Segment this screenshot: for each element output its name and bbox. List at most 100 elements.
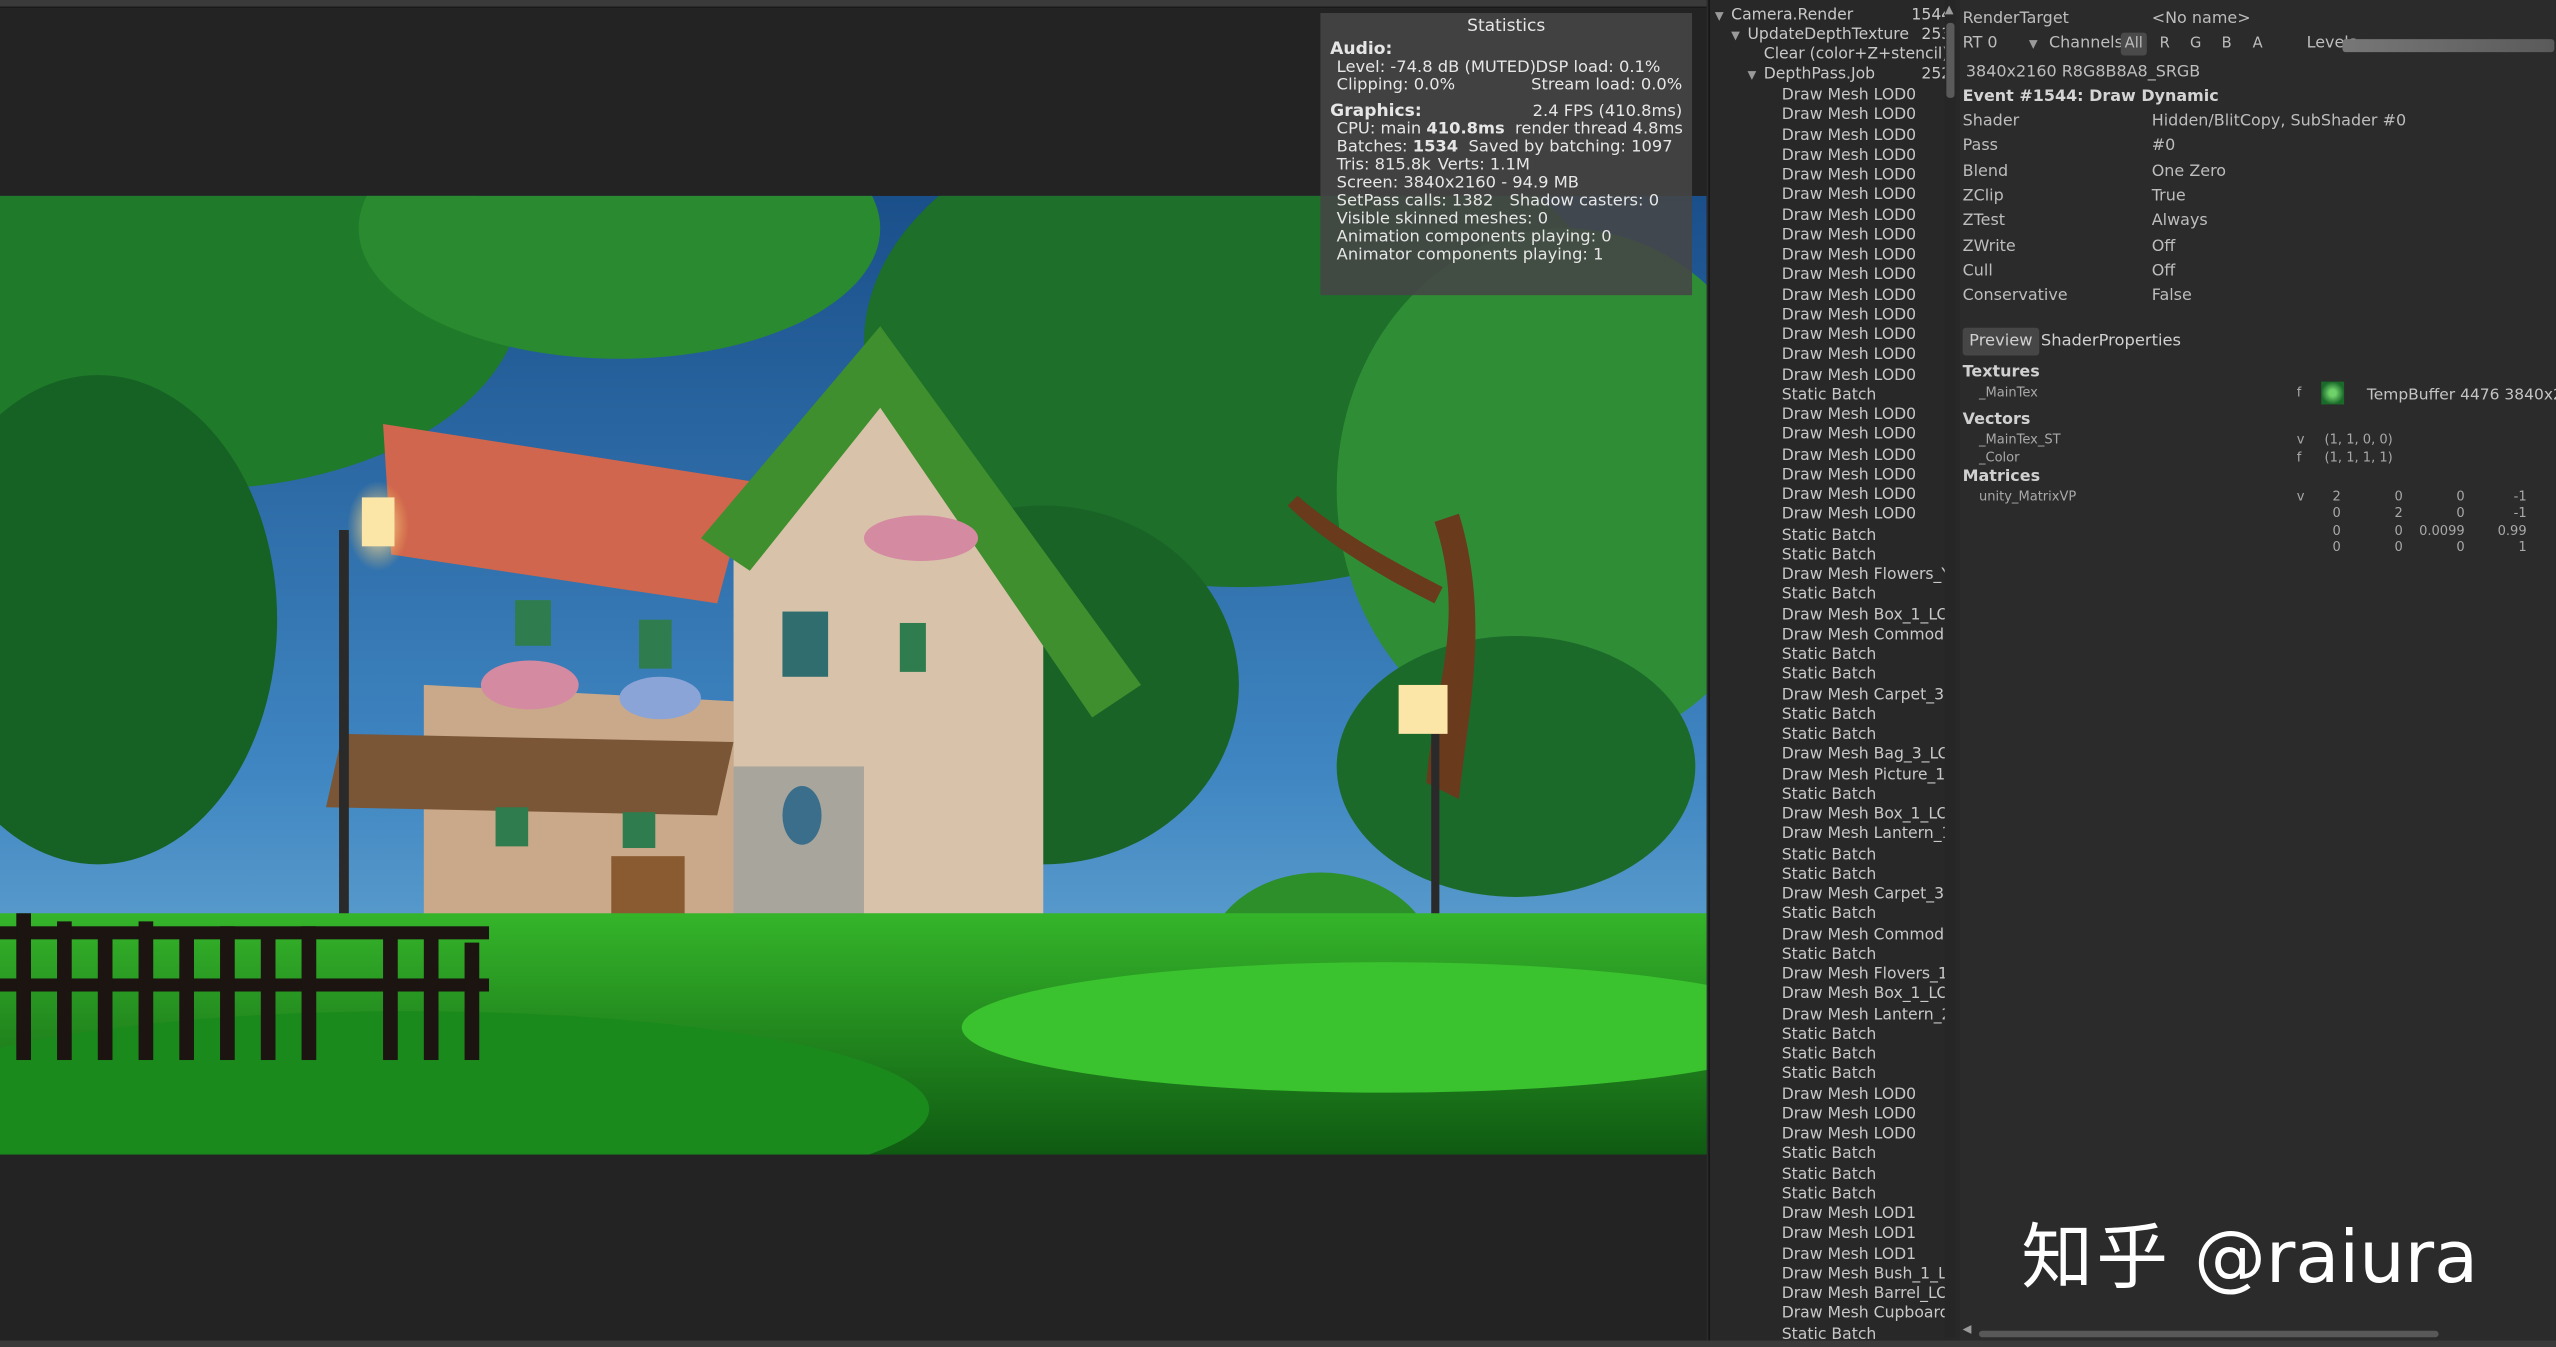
event-list-item[interactable]: Draw Mesh Cupboard_	[1782, 1305, 1950, 1325]
channel-r-button[interactable]: R	[2153, 33, 2176, 56]
event-list-item[interactable]: Static Batch	[1782, 586, 1950, 606]
channel-b-button[interactable]: B	[2215, 33, 2238, 56]
property-value: False	[2151, 287, 2192, 306]
scroll-up-icon[interactable]: ▲	[1945, 3, 1954, 16]
event-list-item[interactable]: Static Batch	[1782, 726, 1950, 746]
event-list-item[interactable]: Draw Mesh LOD0	[1782, 266, 1950, 286]
event-list-item[interactable]: Draw Mesh Box_1_LOD	[1782, 985, 1950, 1005]
setpass-calls: SetPass calls: 1382	[1336, 192, 1494, 211]
event-list-item[interactable]: Static Batch	[1782, 945, 1950, 965]
event-list-item[interactable]: Draw Mesh LOD0	[1782, 326, 1950, 346]
event-list-item[interactable]: Draw Mesh LOD0	[1782, 346, 1950, 366]
audio-row-1: Level: -74.8 dB (MUTED) DSP load: 0.1%	[1330, 59, 1682, 77]
event-list-item[interactable]: Draw Mesh Box_1_LOD	[1782, 806, 1950, 826]
scroll-left-icon[interactable]: ◀	[1963, 1323, 1972, 1336]
event-list-item[interactable]: Draw Mesh Box_1_LOD	[1782, 606, 1950, 626]
event-list-item[interactable]: Static Batch	[1782, 386, 1950, 406]
event-list-item[interactable]: Draw Mesh LOD0	[1782, 246, 1950, 266]
event-list-item[interactable]: Draw Mesh LOD0	[1782, 486, 1950, 506]
scrollbar-thumb[interactable]	[1978, 1330, 2439, 1338]
event-list-item[interactable]: Static Batch	[1782, 646, 1950, 666]
event-list-item[interactable]: Draw Mesh LOD0	[1782, 86, 1950, 106]
event-depthpass-job[interactable]: ▼ DepthPass.Job 252	[1747, 65, 1951, 85]
event-list-item[interactable]: Draw Mesh LOD0	[1782, 226, 1950, 246]
event-list-item[interactable]: Draw Mesh Flovers_1_I	[1782, 965, 1950, 985]
details-horizontal-scrollbar[interactable]: ◀	[1963, 1323, 2553, 1340]
property-label: ZTest	[1962, 212, 2006, 231]
event-list-item[interactable]: Static Batch	[1782, 1165, 1950, 1185]
event-list-item[interactable]: Static Batch	[1782, 706, 1950, 726]
scrollbar-thumb[interactable]	[1946, 22, 1955, 98]
rt-dropdown[interactable]: RT 0 ▼	[1963, 33, 2041, 56]
property-value: True	[2151, 187, 2186, 206]
event-update-depth-texture[interactable]: ▼ UpdateDepthTexture 253	[1731, 26, 1951, 46]
shadow-casters: Shadow casters: 0	[1509, 192, 1660, 211]
event-list-item[interactable]: Static Batch	[1782, 786, 1950, 806]
event-list-item[interactable]: Draw Mesh LOD0	[1782, 1085, 1950, 1105]
frame-debugger-event-list[interactable]: ▼ Camera.Render 1544 ▼ UpdateDepthTexture …	[1708, 0, 1962, 1347]
event-list-item[interactable]: Static Batch	[1782, 1065, 1950, 1085]
event-list-item[interactable]: Draw Mesh LOD0	[1782, 306, 1950, 326]
event-list-item[interactable]: Draw Mesh LOD1	[1782, 1225, 1950, 1245]
event-list-item[interactable]: Draw Mesh LOD0	[1782, 106, 1950, 126]
event-list-item[interactable]: Draw Mesh LOD0	[1782, 146, 1950, 166]
event-list-scrollbar[interactable]: ▲	[1944, 0, 1957, 1338]
event-list-item[interactable]: Static Batch	[1782, 1025, 1950, 1045]
batches: 1534	[1412, 138, 1459, 157]
vector-type: v	[2296, 432, 2305, 447]
event-list-item[interactable]: Static Batch	[1782, 1185, 1950, 1205]
event-list-item[interactable]: Static Batch	[1782, 666, 1950, 686]
event-list-item[interactable]: Draw Mesh Carpet_3	[1782, 886, 1950, 906]
event-list-item[interactable]: Draw Mesh LOD1	[1782, 1205, 1950, 1225]
event-list-item[interactable]: Draw Mesh Barrel_LOD	[1782, 1285, 1950, 1305]
property-label: ZWrite	[1962, 237, 2016, 256]
property-label: Shader	[1962, 112, 2020, 131]
event-list-item[interactable]: Draw Mesh LOD0	[1782, 366, 1950, 386]
event-list-item[interactable]: Draw Mesh LOD0	[1782, 186, 1950, 206]
event-list-item[interactable]: Draw Mesh Flowers_Y	[1782, 566, 1950, 586]
event-list-item[interactable]: Draw Mesh LOD0	[1782, 286, 1950, 306]
channel-a-button[interactable]: A	[2246, 33, 2269, 56]
expand-triangle-icon[interactable]: ▼	[1747, 65, 1763, 85]
cpu-main: 410.8ms	[1426, 120, 1505, 139]
expand-triangle-icon[interactable]: ▼	[1731, 26, 1747, 46]
event-list-item[interactable]: Draw Mesh Carpet_3	[1782, 686, 1950, 706]
event-list-item[interactable]: Draw Mesh LOD0	[1782, 1105, 1950, 1125]
chevron-down-icon: ▼	[2028, 37, 2038, 51]
event-list-item[interactable]: Static Batch	[1782, 526, 1950, 546]
event-list-item[interactable]: Draw Mesh Picture_1	[1782, 766, 1950, 786]
event-list-item[interactable]: Draw Mesh LOD0	[1782, 126, 1950, 146]
event-list-item[interactable]: Draw Mesh LOD0	[1782, 206, 1950, 226]
event-list-item[interactable]: Draw Mesh Bag_3_LOD	[1782, 746, 1950, 766]
event-list-item[interactable]: Static Batch	[1782, 546, 1950, 566]
event-list-item[interactable]: Draw Mesh LOD0	[1782, 506, 1950, 526]
event-list-item[interactable]: Draw Mesh LOD0	[1782, 426, 1950, 446]
event-list-item[interactable]: Draw Mesh LOD1	[1782, 1245, 1950, 1265]
channel-g-button[interactable]: G	[2184, 33, 2207, 56]
tab-shader-properties[interactable]: ShaderProperties	[2034, 328, 2187, 356]
saved-by-batching: Saved by batching: 1097	[1468, 138, 1673, 157]
event-list-item[interactable]: Draw Mesh Bush_1_LO	[1782, 1265, 1950, 1285]
event-list-item[interactable]: Static Batch	[1782, 906, 1950, 926]
event-list-item[interactable]: Draw Mesh Lantern_1_	[1782, 826, 1950, 846]
event-clear[interactable]: Clear (color+Z+stencil)	[1764, 46, 1949, 66]
channel-all-button[interactable]: All	[2120, 32, 2147, 56]
event-camera-render[interactable]: ▼ Camera.Render 1544	[1715, 7, 1951, 27]
event-list-item[interactable]: Static Batch	[1782, 1045, 1950, 1065]
event-list-item[interactable]: Draw Mesh LOD0	[1782, 466, 1950, 486]
event-list-item[interactable]: Draw Mesh Lantern_2_	[1782, 1005, 1950, 1025]
event-list-item[interactable]: Static Batch	[1782, 866, 1950, 886]
event-list-item[interactable]: Draw Mesh LOD0	[1782, 1125, 1950, 1145]
event-list-item[interactable]: Draw Mesh LOD0	[1782, 446, 1950, 466]
expand-triangle-icon[interactable]: ▼	[1715, 7, 1731, 27]
event-list-item[interactable]: Draw Mesh LOD0	[1782, 166, 1950, 186]
event-list-item[interactable]: Draw Mesh Commode,	[1782, 925, 1950, 945]
levels-slider[interactable]	[2342, 39, 2555, 53]
tab-preview[interactable]: Preview	[1962, 327, 2040, 356]
texture-thumbnail[interactable]	[2321, 381, 2345, 405]
event-list-item[interactable]: Static Batch	[1782, 846, 1950, 866]
event-list-item[interactable]: Static Batch	[1782, 1145, 1950, 1165]
event-label: UpdateDepthTexture	[1747, 26, 1909, 45]
event-list-item[interactable]: Draw Mesh LOD0	[1782, 406, 1950, 426]
event-list-item[interactable]: Draw Mesh Commode,	[1782, 626, 1950, 646]
